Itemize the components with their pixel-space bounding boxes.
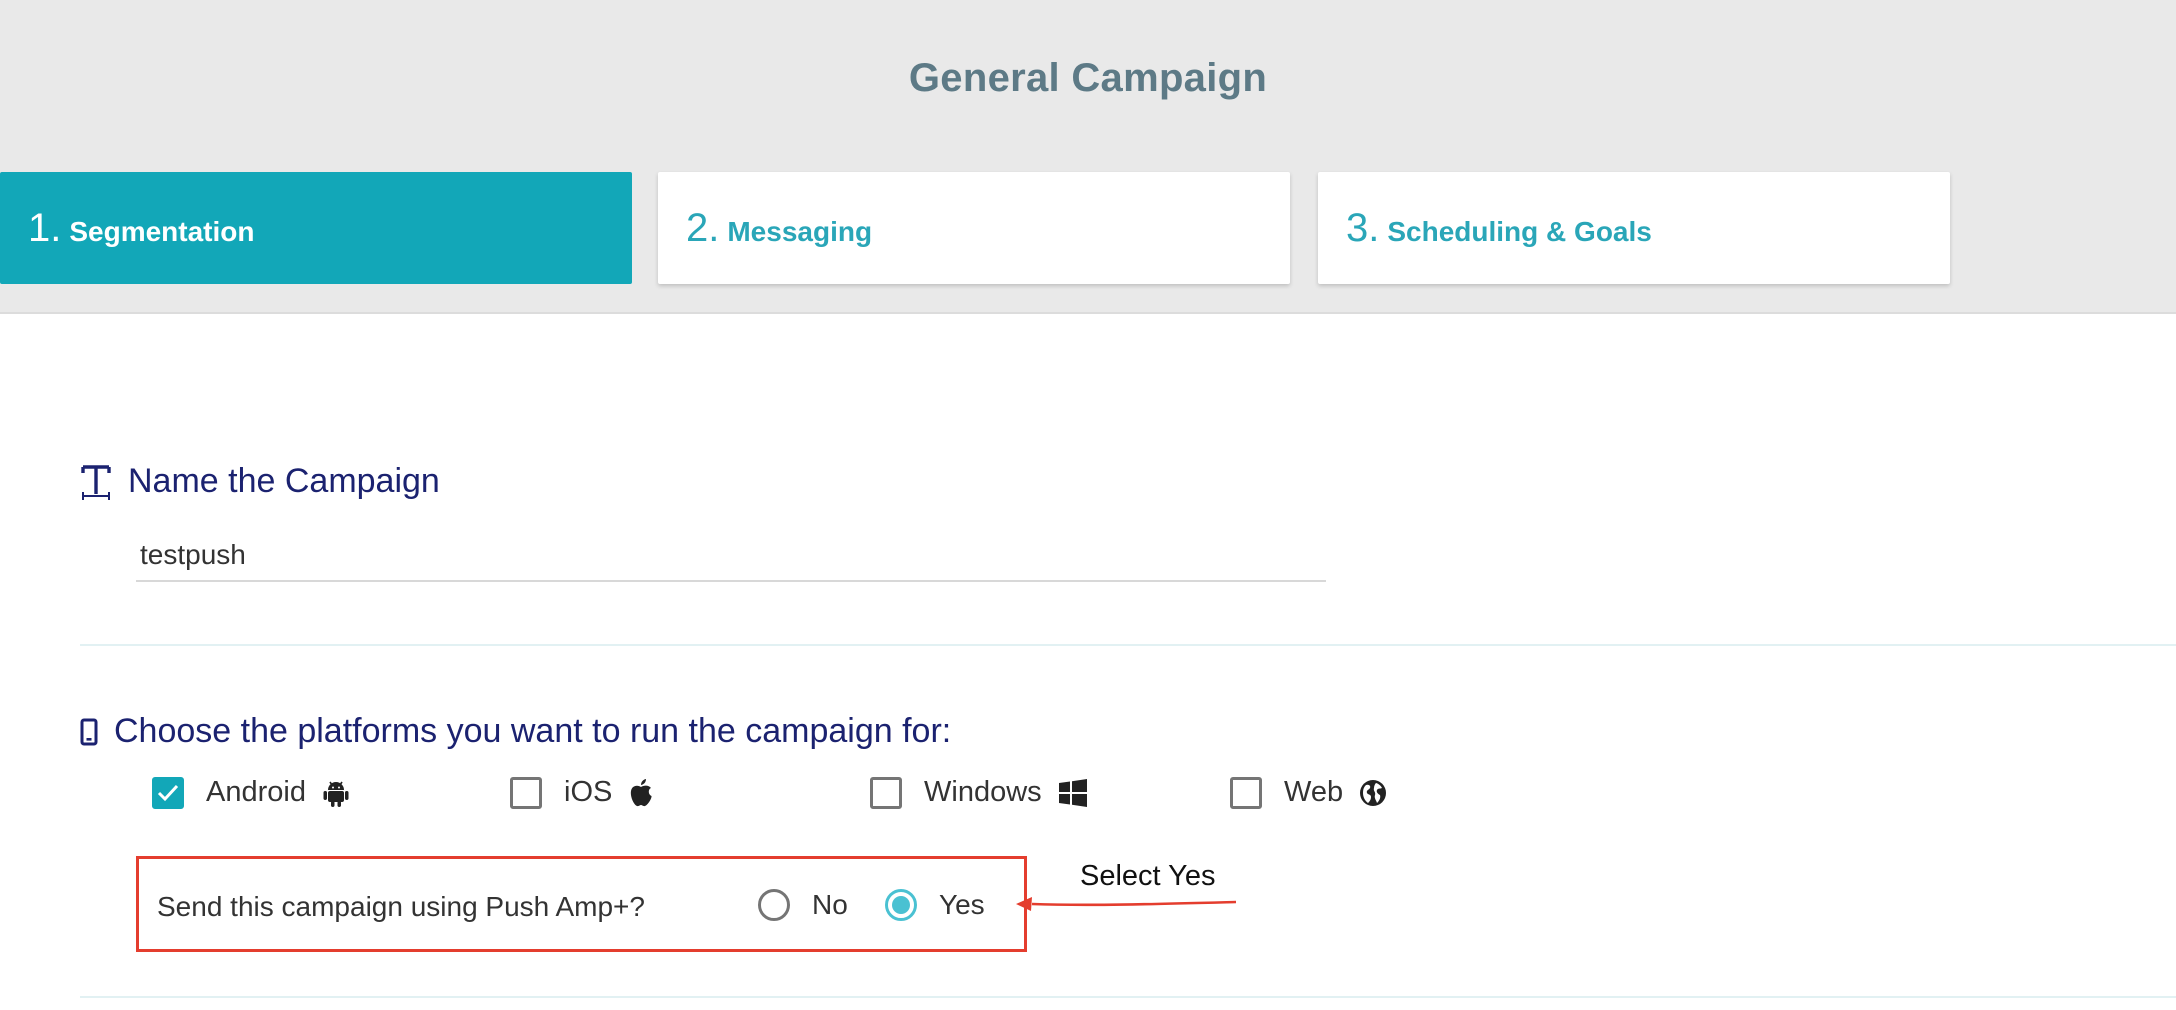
platform-label: Web — [1284, 776, 1344, 808]
android-icon — [322, 778, 350, 808]
tab-messaging[interactable]: 2. Messaging — [658, 172, 1290, 284]
step-label: Segmentation — [69, 216, 255, 247]
radio-yes[interactable] — [885, 889, 917, 921]
platform-web[interactable]: Web — [1230, 776, 1387, 809]
platform-android[interactable]: Android — [152, 776, 350, 809]
platform-label: Windows — [924, 776, 1042, 808]
radio-no[interactable] — [758, 889, 790, 921]
section-title: Name the Campaign — [128, 462, 440, 500]
text-field-icon — [80, 464, 112, 500]
radio-selected-dot — [892, 896, 910, 914]
mobile-phone-icon — [80, 718, 98, 746]
push-amp-question: Send this campaign using Push Amp+? — [157, 891, 645, 922]
name-campaign-heading: Name the Campaign — [80, 462, 440, 501]
divider — [80, 996, 2176, 998]
tab-scheduling-goals[interactable]: 3. Scheduling & Goals — [1318, 172, 1950, 284]
radio-label: No — [812, 889, 848, 920]
step-number: 1. — [28, 205, 62, 250]
radio-label: Yes — [939, 889, 985, 920]
push-amp-highlight-box: Send this campaign using Push Amp+? No Y… — [136, 856, 1027, 952]
android-checkbox[interactable] — [152, 776, 184, 809]
divider — [80, 644, 2176, 646]
platforms-heading: Choose the platforms you want to run the… — [80, 712, 951, 751]
annotation-arrow-icon — [1016, 897, 1237, 911]
platform-windows[interactable]: Windows — [870, 776, 1088, 809]
apple-icon — [628, 778, 654, 808]
platform-ios[interactable]: iOS — [510, 776, 654, 809]
header-band: General Campaign 1. Segmentation 2. Mess… — [0, 0, 2176, 314]
step-label: Messaging — [727, 216, 873, 247]
step-label: Scheduling & Goals — [1387, 216, 1652, 247]
push-amp-option-yes[interactable]: Yes — [885, 889, 985, 921]
ios-checkbox[interactable] — [510, 776, 542, 809]
tab-segmentation[interactable]: 1. Segmentation — [0, 172, 632, 284]
web-checkbox[interactable] — [1230, 776, 1262, 809]
windows-icon — [1058, 778, 1088, 808]
step-number: 3. — [1346, 205, 1380, 250]
page-title: General Campaign — [908, 56, 1268, 100]
globe-icon — [1359, 779, 1387, 807]
windows-checkbox[interactable] — [870, 776, 902, 809]
push-amp-option-no[interactable]: No — [758, 889, 848, 921]
platform-label: iOS — [564, 776, 613, 808]
platform-label: Android — [206, 776, 306, 808]
campaign-name-input[interactable] — [136, 530, 1326, 582]
step-number: 2. — [686, 205, 720, 250]
section-title: Choose the platforms you want to run the… — [114, 712, 952, 750]
